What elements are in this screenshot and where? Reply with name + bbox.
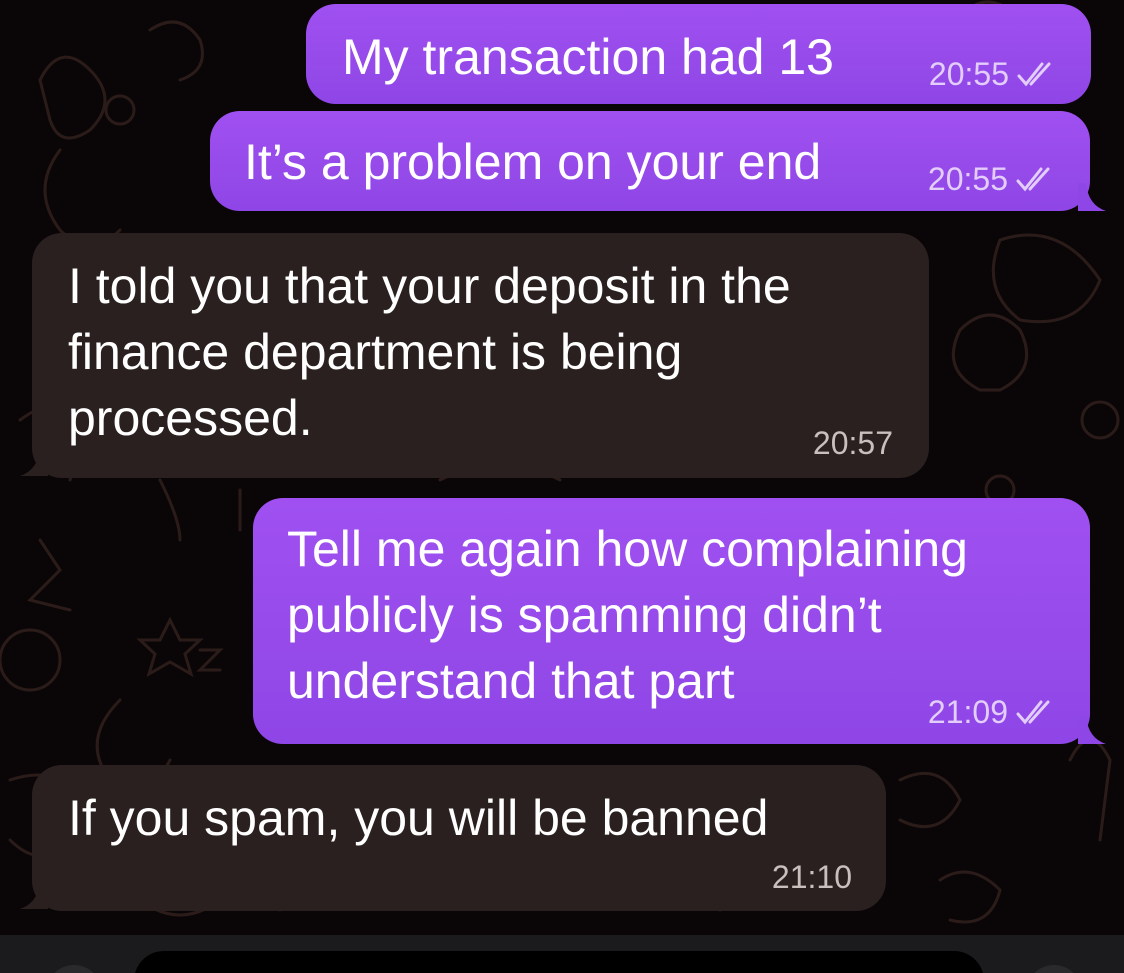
mic-icon[interactable]: [1026, 965, 1082, 973]
message-meta: 20:57: [813, 425, 893, 461]
double-check-icon: [1017, 62, 1051, 87]
message-text: My transaction had 13: [342, 29, 834, 85]
message-bubble-outgoing[interactable]: It’s a problem on your end 20:55: [210, 111, 1090, 211]
message-time: 20:55: [928, 56, 1009, 92]
message-time: 20:55: [927, 161, 1008, 197]
message-bubble-incoming[interactable]: I told you that your deposit in the fina…: [32, 233, 929, 478]
message-text: It’s a problem on your end: [244, 134, 822, 190]
double-check-icon: [1016, 700, 1050, 725]
message-time: 21:10: [771, 859, 852, 895]
message-bubble-outgoing[interactable]: Tell me again how complaining publicly i…: [253, 498, 1090, 744]
message-text: I told you that your deposit in the fina…: [68, 258, 791, 446]
message-input[interactable]: [134, 951, 984, 973]
message-time: 21:09: [927, 694, 1008, 730]
message-text: Tell me again how complaining publicly i…: [287, 521, 968, 709]
message-meta: 20:55: [929, 56, 1057, 92]
bubble-tail: [20, 881, 48, 909]
double-check-icon: [1016, 167, 1050, 192]
message-text: If you spam, you will be banned: [68, 790, 769, 846]
message-composer-bar: [0, 935, 1124, 973]
message-bubble-incoming[interactable]: If you spam, you will be banned 21:10: [32, 765, 886, 911]
bubble-tail: [1078, 716, 1106, 744]
bubble-tail: [20, 448, 48, 476]
bubble-tail: [1078, 183, 1106, 211]
message-time: 20:57: [812, 425, 893, 461]
message-meta: 20:55: [928, 161, 1056, 197]
attach-icon[interactable]: [46, 965, 102, 973]
message-meta: 21:10: [772, 859, 852, 895]
message-bubble-outgoing[interactable]: My transaction had 13 20:55: [306, 4, 1091, 104]
message-meta: 21:09: [928, 694, 1056, 730]
